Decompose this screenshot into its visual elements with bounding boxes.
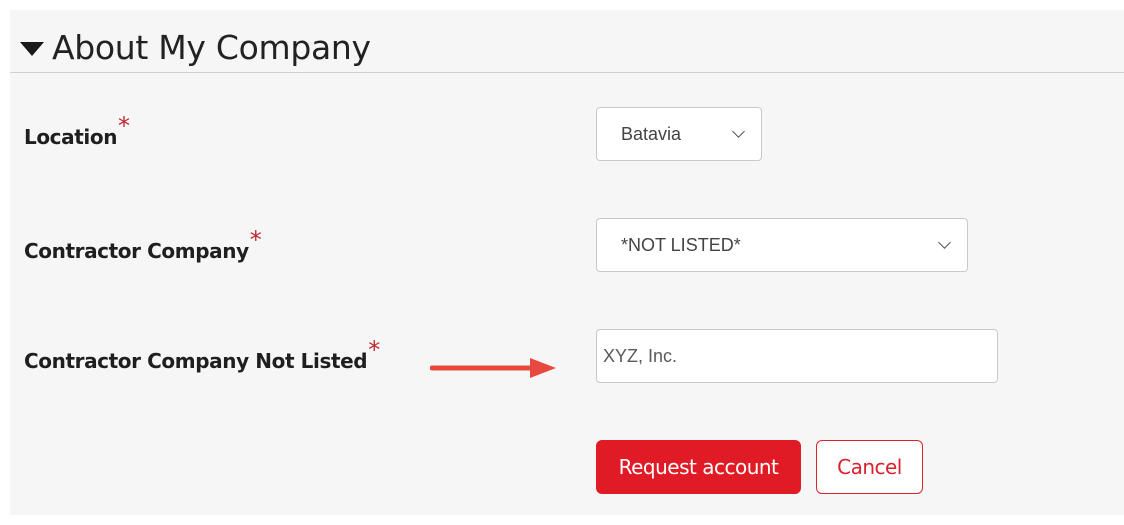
chevron-down-icon (938, 236, 951, 249)
arrow-right-icon (430, 358, 556, 378)
chevron-down-icon (732, 125, 745, 138)
required-marker: * (368, 336, 380, 364)
section-divider (10, 72, 1124, 73)
contractor-company-select-value: *NOT LISTED* (621, 234, 741, 255)
contractor-not-listed-label: Contractor Company Not Listed* (24, 336, 380, 374)
contractor-not-listed-input[interactable] (596, 329, 998, 383)
section-title: About My Company (52, 28, 371, 67)
section-header[interactable]: About My Company (20, 28, 371, 67)
request-account-button[interactable]: Request account (596, 440, 801, 494)
required-marker: * (118, 112, 130, 140)
contractor-company-label: Contractor Company* (24, 226, 262, 264)
contractor-company-label-text: Contractor Company (24, 239, 249, 263)
caret-down-icon[interactable] (20, 42, 44, 56)
required-marker: * (249, 226, 262, 254)
location-select-value: Batavia (621, 123, 682, 144)
contractor-not-listed-label-text: Contractor Company Not Listed (24, 349, 368, 373)
location-label-text: Location (24, 125, 118, 149)
cancel-button[interactable]: Cancel (816, 440, 923, 494)
location-label: Location* (24, 112, 130, 150)
contractor-company-select[interactable]: *NOT LISTED* (596, 218, 968, 272)
location-select[interactable]: Batavia (596, 107, 762, 161)
